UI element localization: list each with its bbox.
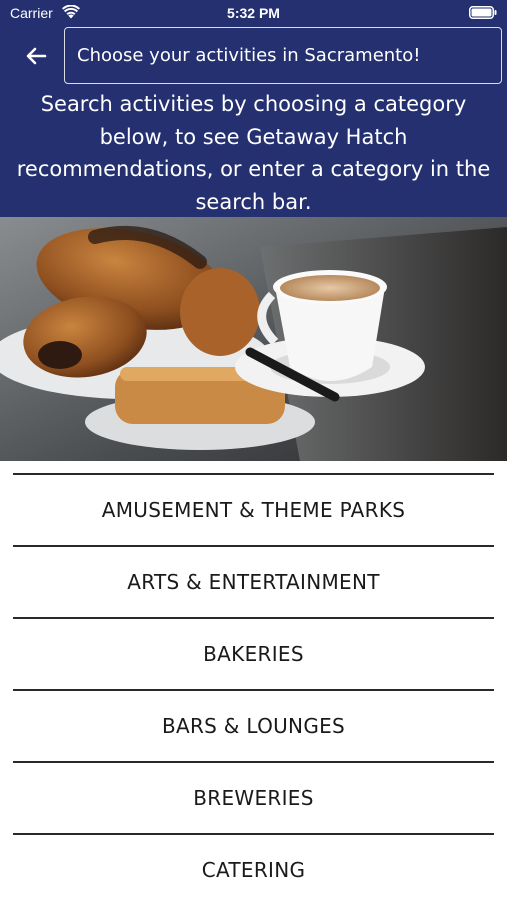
- pastries-coffee-illustration: [0, 217, 507, 461]
- status-time: 5:32 PM: [227, 5, 280, 21]
- search-input[interactable]: Choose your activities in Sacramento!: [64, 27, 502, 84]
- intro-text: Search activities by choosing a category…: [16, 92, 491, 214]
- status-bar: Carrier 5:32 PM: [0, 0, 507, 28]
- category-item-bars-lounges[interactable]: BARS & LOUNGES: [13, 689, 494, 761]
- category-item-amusement-theme-parks[interactable]: AMUSEMENT & THEME PARKS: [13, 473, 494, 545]
- arrow-left-icon: [26, 47, 47, 65]
- header: Carrier 5:32 PM Choose your activities i…: [0, 0, 507, 217]
- back-button[interactable]: [20, 40, 52, 72]
- category-item-breweries[interactable]: BREWERIES: [13, 761, 494, 833]
- category-item-bakeries[interactable]: BAKERIES: [13, 617, 494, 689]
- hero-image: [0, 217, 507, 461]
- battery-icon: [469, 6, 497, 19]
- category-item-catering[interactable]: CATERING: [13, 833, 494, 900]
- category-item-arts-entertainment[interactable]: ARTS & ENTERTAINMENT: [13, 545, 494, 617]
